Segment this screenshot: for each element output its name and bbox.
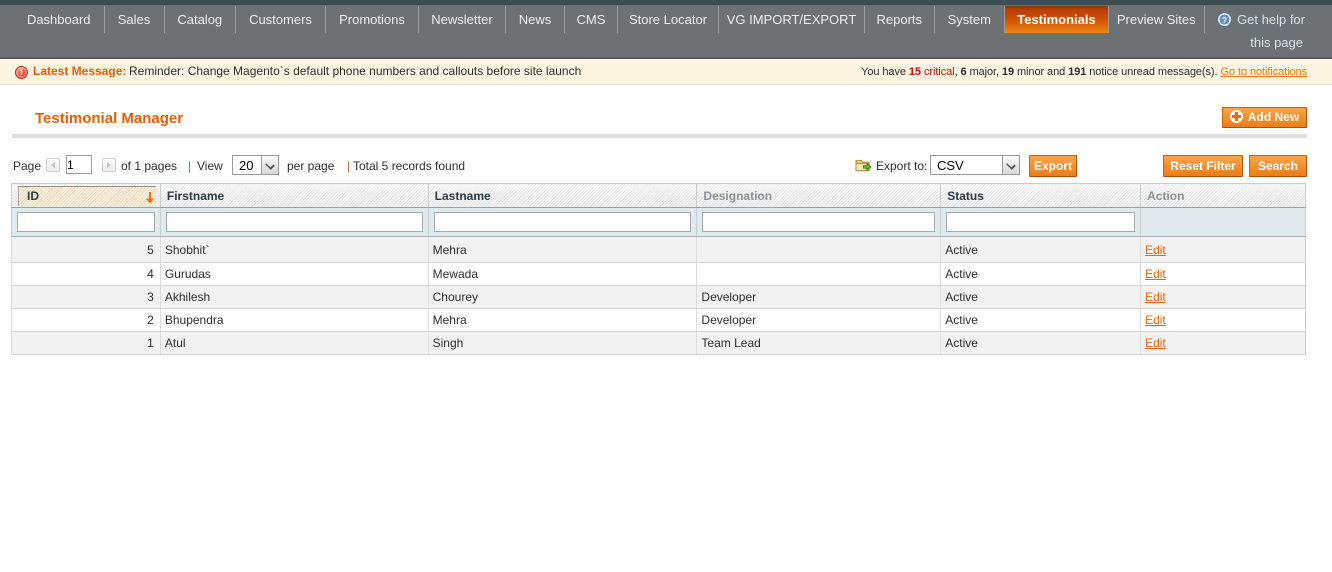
- svg-text:?: ?: [1222, 15, 1227, 25]
